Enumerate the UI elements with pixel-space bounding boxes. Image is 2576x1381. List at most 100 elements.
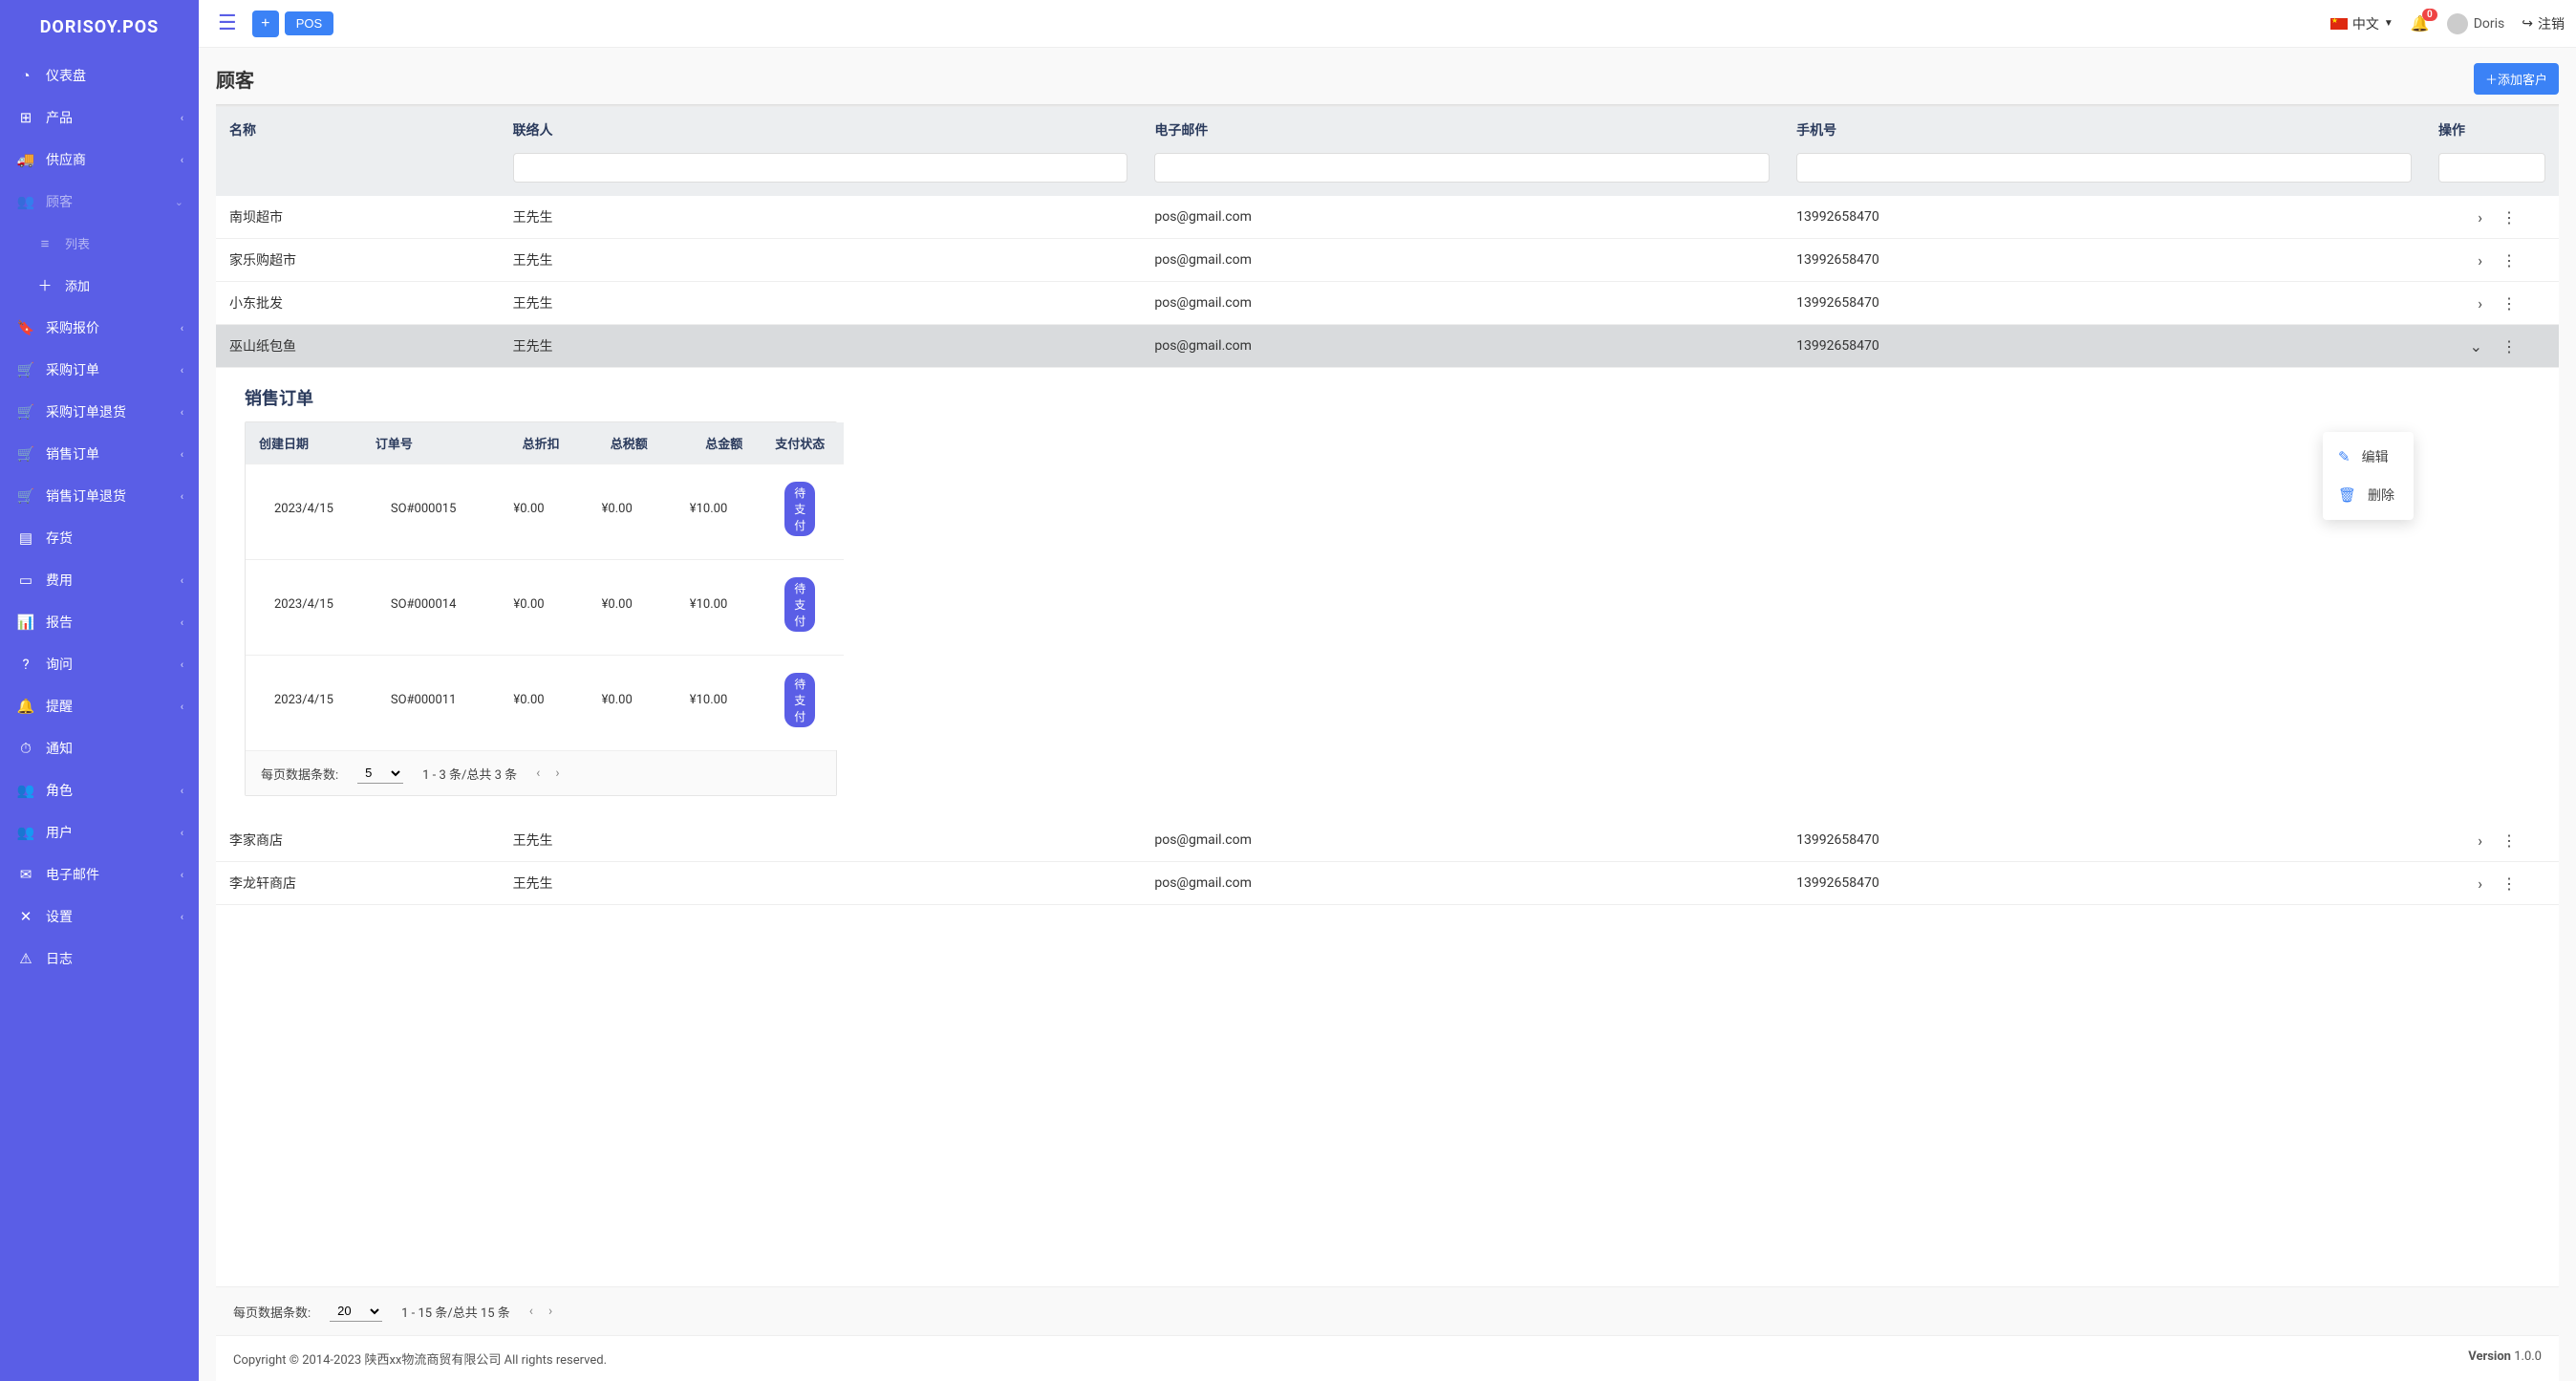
filter-contact[interactable] <box>513 153 1128 183</box>
col-name[interactable]: 名称 <box>216 107 500 147</box>
nav-label: 销售订单 <box>46 444 99 464</box>
nav-label: 提醒 <box>46 697 73 716</box>
notifications-button[interactable]: 🔔 0 <box>2411 14 2430 32</box>
cell-email: pos@gmail.com <box>1141 196 1783 239</box>
filter-email[interactable] <box>1154 153 1770 183</box>
sidebar-item[interactable]: ⊞ 产品 ‹ <box>0 97 199 139</box>
sidebar-item[interactable]: ▤ 存货 <box>0 517 199 559</box>
expand-row-icon[interactable]: › <box>2478 208 2482 227</box>
user-menu[interactable]: Doris <box>2447 13 2505 34</box>
add-button[interactable]: + <box>252 11 279 37</box>
expand-row-icon[interactable]: › <box>2478 831 2482 850</box>
expand-row-icon[interactable]: › <box>2478 251 2482 270</box>
chevron-left-icon: ‹ <box>181 616 183 629</box>
sidebar-item[interactable]: 🔖 采购报价 ‹ <box>0 307 199 349</box>
sidebar-item[interactable]: ? 询问 ‹ <box>0 643 199 685</box>
sidebar-subitem[interactable]: ≡列表 <box>0 223 199 264</box>
next-page-icon[interactable]: › <box>548 1304 552 1319</box>
user-name: Doris <box>2474 16 2505 32</box>
filter-actions[interactable] <box>2438 153 2545 183</box>
topbar: ☰ + POS 中文 ▼ 🔔 0 Doris ↪ <box>199 0 2576 48</box>
row-menu-icon[interactable]: ⋮ <box>2501 294 2517 313</box>
sidebar-item[interactable]: ⏱ 通知 <box>0 727 199 769</box>
chevron-left-icon: ‹ <box>181 364 183 377</box>
logout-label: 注销 <box>2538 14 2565 33</box>
sidebar-item[interactable]: 👥 用户 ‹ <box>0 811 199 853</box>
nav-label: 日志 <box>46 949 73 968</box>
filter-phone[interactable] <box>1796 153 2412 183</box>
chevron-left-icon: ‹ <box>181 574 183 587</box>
pos-button[interactable]: POS <box>285 11 333 35</box>
row-context-menu: ✎ 编辑 🗑 删除 <box>2323 432 2414 520</box>
add-customer-button[interactable]: ＋添加客户 <box>2474 63 2559 95</box>
expand-row-icon[interactable]: ⌄ <box>2470 337 2482 356</box>
sidebar-item[interactable]: 🛒 采购订单 ‹ <box>0 349 199 391</box>
nav-label: 供应商 <box>46 150 86 169</box>
menu-delete[interactable]: 🗑 删除 <box>2323 476 2414 514</box>
sidebar-item[interactable]: 👥 顾客 ⌄ <box>0 181 199 223</box>
copyright: Copyright © 2014-2023 陕西xx物流商贸有限公司 All r… <box>233 1349 607 1368</box>
row-menu-icon[interactable]: ⋮ <box>2501 874 2517 893</box>
sidebar-subitem[interactable]: ＋添加 <box>0 264 199 307</box>
table-row[interactable]: 家乐购超市 王先生 pos@gmail.com 13992658470 › ⋮ <box>216 239 2559 282</box>
nav-icon: ≡ <box>34 235 55 252</box>
chevron-left-icon: ‹ <box>181 448 183 461</box>
row-menu-icon[interactable]: ⋮ <box>2501 208 2517 227</box>
nav-icon: ✉ <box>15 866 36 883</box>
nav-icon: 🛒 <box>15 361 36 378</box>
avatar <box>2447 13 2468 34</box>
nav-icon: 🛒 <box>15 403 36 421</box>
table-row[interactable]: 李龙轩商店 王先生 pos@gmail.com 13992658470 › ⋮ <box>216 862 2559 905</box>
row-menu-icon[interactable]: ⋮ <box>2501 251 2517 270</box>
sidebar-item[interactable]: 📊 报告 ‹ <box>0 601 199 643</box>
pager-range: 1 - 15 条/总共 15 条 <box>401 1303 510 1321</box>
table-row[interactable]: 巫山纸包鱼 王先生 pos@gmail.com 13992658470 ⌄ ⋮ <box>216 325 2559 368</box>
nav-label: 采购订单 <box>46 360 99 379</box>
sidebar-item[interactable]: 🚚 供应商 ‹ <box>0 139 199 181</box>
prev-page-icon[interactable]: ‹ <box>529 1304 533 1319</box>
sidebar-item[interactable]: 🔔 提醒 ‹ <box>0 685 199 727</box>
page-size-select[interactable]: 20 <box>330 1301 382 1322</box>
status-badge: 待支付 <box>784 482 815 536</box>
brand-logo: DORISOY.POS <box>0 0 199 54</box>
detail-page-size[interactable]: 5 <box>357 763 403 784</box>
col-contact[interactable]: 联络人 <box>500 107 1142 147</box>
cell-phone: 13992658470 <box>1783 819 2425 862</box>
language-label: 中文 <box>2352 14 2379 33</box>
cell-phone: 13992658470 <box>1783 325 2425 368</box>
menu-edit[interactable]: ✎ 编辑 <box>2323 438 2414 476</box>
caret-down-icon: ▼ <box>2384 18 2394 29</box>
sidebar-item[interactable]: ✕ 设置 ‹ <box>0 895 199 938</box>
sidebar-item[interactable]: ✉ 电子邮件 ‹ <box>0 853 199 895</box>
language-selector[interactable]: 中文 ▼ <box>2330 14 2394 33</box>
table-row[interactable]: 小东批发 王先生 pos@gmail.com 13992658470 › ⋮ <box>216 282 2559 325</box>
nav-label: 电子邮件 <box>46 865 99 884</box>
row-menu-icon[interactable]: ⋮ <box>2501 337 2517 356</box>
cell-name: 南坝超市 <box>216 196 500 239</box>
cell-phone: 13992658470 <box>1783 282 2425 325</box>
sidebar-item[interactable]: 🛒 销售订单 ‹ <box>0 433 199 475</box>
content: 顾客 ＋添加客户 名称 联络人 电子邮件 手机号 操作 <box>199 48 2576 1381</box>
detail-prev-icon[interactable]: ‹ <box>536 766 540 781</box>
detail-next-icon[interactable]: › <box>555 766 559 781</box>
sidebar-item[interactable]: 🛒 采购订单退货 ‹ <box>0 391 199 433</box>
sidebar-item[interactable]: ▭ 费用 ‹ <box>0 559 199 601</box>
table-pager: 每页数据条数: 20 1 - 15 条/总共 15 条 ‹ › <box>216 1286 2559 1335</box>
sidebar-item[interactable]: ⚠ 日志 <box>0 938 199 980</box>
row-menu-icon[interactable]: ⋮ <box>2501 831 2517 850</box>
table-row[interactable]: 南坝超市 王先生 pos@gmail.com 13992658470 › ⋮ <box>216 196 2559 239</box>
sidebar-item[interactable]: 👥 角色 ‹ <box>0 769 199 811</box>
sidebar-item[interactable]: ◔ 仪表盘 <box>0 54 199 97</box>
menu-toggle-icon[interactable]: ☰ <box>210 8 245 39</box>
page-title: 顾客 <box>216 65 254 93</box>
sidebar-item[interactable]: 🛒 销售订单退货 ‹ <box>0 475 199 517</box>
footer: Copyright © 2014-2023 陕西xx物流商贸有限公司 All r… <box>216 1335 2559 1381</box>
logout-button[interactable]: ↪ 注销 <box>2522 14 2565 33</box>
col-phone[interactable]: 手机号 <box>1783 107 2425 147</box>
expand-row-icon[interactable]: › <box>2478 294 2482 313</box>
expand-row-icon[interactable]: › <box>2478 874 2482 893</box>
nav-icon: 👥 <box>15 782 36 799</box>
col-email[interactable]: 电子邮件 <box>1141 107 1783 147</box>
detail-row: 2023/4/15SO#000011¥0.00¥0.00¥10.00待支付 <box>246 656 844 751</box>
table-row[interactable]: 李家商店 王先生 pos@gmail.com 13992658470 › ⋮ <box>216 819 2559 862</box>
